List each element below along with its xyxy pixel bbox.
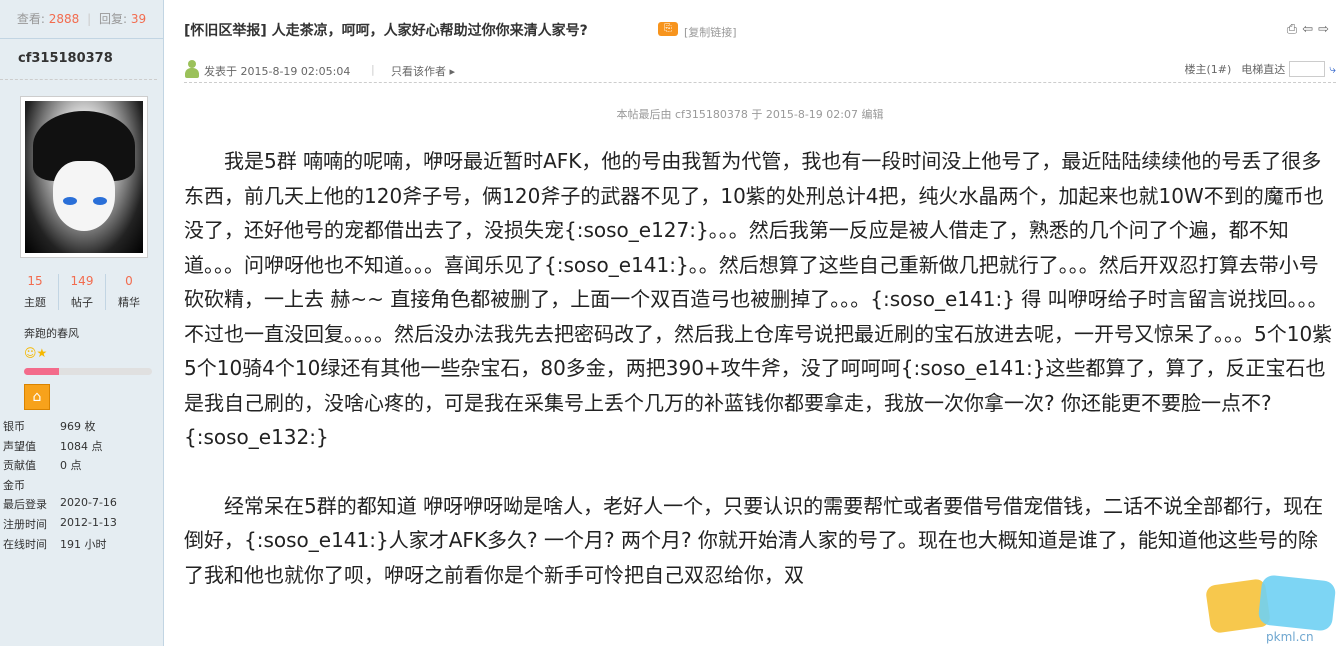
info-value: 191 小时: [60, 537, 107, 551]
info-row: 银币 969 枚: [3, 418, 117, 438]
goto-floor-label: 电梯直达: [1241, 63, 1286, 76]
avatar[interactable]: [20, 96, 148, 258]
count-posts[interactable]: 149 帖子: [59, 274, 106, 310]
post-date: 发表于 2015-8-19 02:05:04: [204, 65, 351, 78]
thread-title-text: 人走茶凉，呵呵，人家好心帮助过你你来清人家号?: [271, 23, 588, 39]
replies-count: 39: [130, 12, 147, 26]
info-value: 2020-7-16: [60, 496, 117, 510]
edit-notice: 本帖最后由 cf315180378 于 2015-8-19 02:07 编辑: [616, 108, 884, 121]
info-key: 在线时间: [3, 537, 47, 551]
level-progress-fill: [24, 368, 59, 375]
info-key: 声望值: [3, 439, 36, 453]
post-paragraph: 经常呆在5群的都知道 咿呀咿呀呦是啥人，老好人一个，只要认识的需要帮忙或者要借号…: [184, 493, 1324, 587]
goto-floor-input[interactable]: [1289, 61, 1326, 77]
info-value: 1084 点: [60, 439, 103, 453]
triangle-right-icon: ▸: [449, 65, 456, 78]
info-key: 最后登录: [3, 498, 47, 512]
count-threads-label: 主题: [24, 296, 46, 309]
count-digest-num: 0: [125, 274, 133, 288]
count-posts-num: 149: [70, 274, 94, 288]
info-value: 0 点: [60, 459, 82, 473]
goto-floor-button-icon[interactable]: ⤷: [1329, 62, 1336, 77]
info-row: 金币: [3, 477, 117, 497]
info-value: 2012-1-13: [60, 515, 117, 529]
info-row: 注册时间 2012-1-13: [3, 516, 117, 536]
author-name[interactable]: cf315180378: [0, 39, 157, 80]
info-row: 在线时间 191 小时: [3, 536, 117, 556]
copy-link[interactable]: [复制链接]: [684, 24, 737, 40]
only-author-link[interactable]: 只看该作者 ▸: [391, 63, 455, 79]
user-group[interactable]: 奔跑的春风: [24, 325, 79, 341]
thread-title-bar: [怀旧区举报] 人走茶凉，呵呵，人家好心帮助过你你来清人家号? ⎘ [复制链接]…: [164, 0, 1336, 48]
count-threads-num: 15: [27, 274, 43, 288]
author-info-list: 银币 969 枚 声望值 1084 点 贡献值 0 点 金币 最后登录 2020-7-1…: [3, 418, 117, 555]
info-row: 最后登录 2020-7-16: [3, 496, 117, 516]
floor-controls: 楼主(1#) 电梯直达 ⤷: [1184, 61, 1336, 77]
post-paragraph: 我是5群 喃喃的呢喃，咿呀最近暂时AFK，他的号由我暂为代管，我也有一段时间没上…: [184, 149, 1333, 449]
info-key: 金币: [3, 478, 25, 492]
level-stars-icon: ☺★: [24, 346, 48, 360]
prev-thread-icon[interactable]: ⇦: [1302, 22, 1318, 37]
post-meta-bar: 发表于 2015-8-19 02:05:04 | 只看该作者 ▸ 楼主(1#) …: [184, 58, 1336, 83]
count-digest-label: 精华: [118, 296, 140, 309]
info-key: 银币: [3, 420, 25, 433]
info-value: 969 枚: [60, 420, 96, 433]
level-progress-bar: [24, 368, 152, 375]
meta-divider: |: [371, 63, 375, 76]
count-posts-label: 帖子: [71, 296, 93, 309]
info-key: 注册时间: [3, 517, 47, 531]
replies-label: 回复:: [98, 12, 128, 26]
thread-title: [怀旧区举报] 人走茶凉，呵呵，人家好心帮助过你你来清人家号?: [184, 20, 588, 40]
next-thread-icon[interactable]: ⇨: [1318, 22, 1334, 37]
stats-divider: |: [87, 12, 92, 26]
count-threads[interactable]: 15 主题: [12, 274, 59, 310]
post-content: 我是5群 喃喃的呢喃，咿呀最近暂时AFK，他的号由我暂为代管，我也有一段时间没上…: [184, 144, 1336, 592]
thread-category-tag[interactable]: [怀旧区举报]: [184, 23, 267, 39]
views-count: 2888: [48, 12, 80, 26]
thread-tools: ⎙⇦⇨: [1287, 22, 1334, 37]
views-label: 查看:: [16, 12, 45, 26]
copy-link-icon[interactable]: ⎘: [658, 22, 678, 36]
print-icon[interactable]: ⎙: [1287, 22, 1302, 37]
floor-number[interactable]: 楼主(1#): [1184, 61, 1231, 77]
author-sidebar: 查看: 2888 | 回复: 39 cf315180378 15 主题 149 …: [0, 0, 164, 646]
info-key: 贡献值: [3, 459, 36, 473]
watermark-text: pkml.cn: [1266, 630, 1314, 644]
info-row: 贡献值 0 点: [3, 457, 117, 477]
thread-stats: 查看: 2888 | 回复: 39: [0, 0, 163, 39]
avatar-image: [25, 101, 143, 253]
post-main: [怀旧区举报] 人走茶凉，呵呵，人家好心帮助过你你来清人家号? ⎘ [复制链接]…: [164, 0, 1336, 646]
only-author-label: 只看该作者: [391, 65, 446, 78]
online-user-icon: [184, 60, 200, 78]
author-counts: 15 主题 149 帖子 0 精华: [12, 274, 152, 310]
site-watermark-logo: pkml.cn: [1204, 572, 1336, 646]
home-medal-icon[interactable]: ⌂: [24, 384, 50, 410]
info-row: 声望值 1084 点: [3, 438, 117, 458]
count-digest[interactable]: 0 精华: [106, 274, 152, 310]
